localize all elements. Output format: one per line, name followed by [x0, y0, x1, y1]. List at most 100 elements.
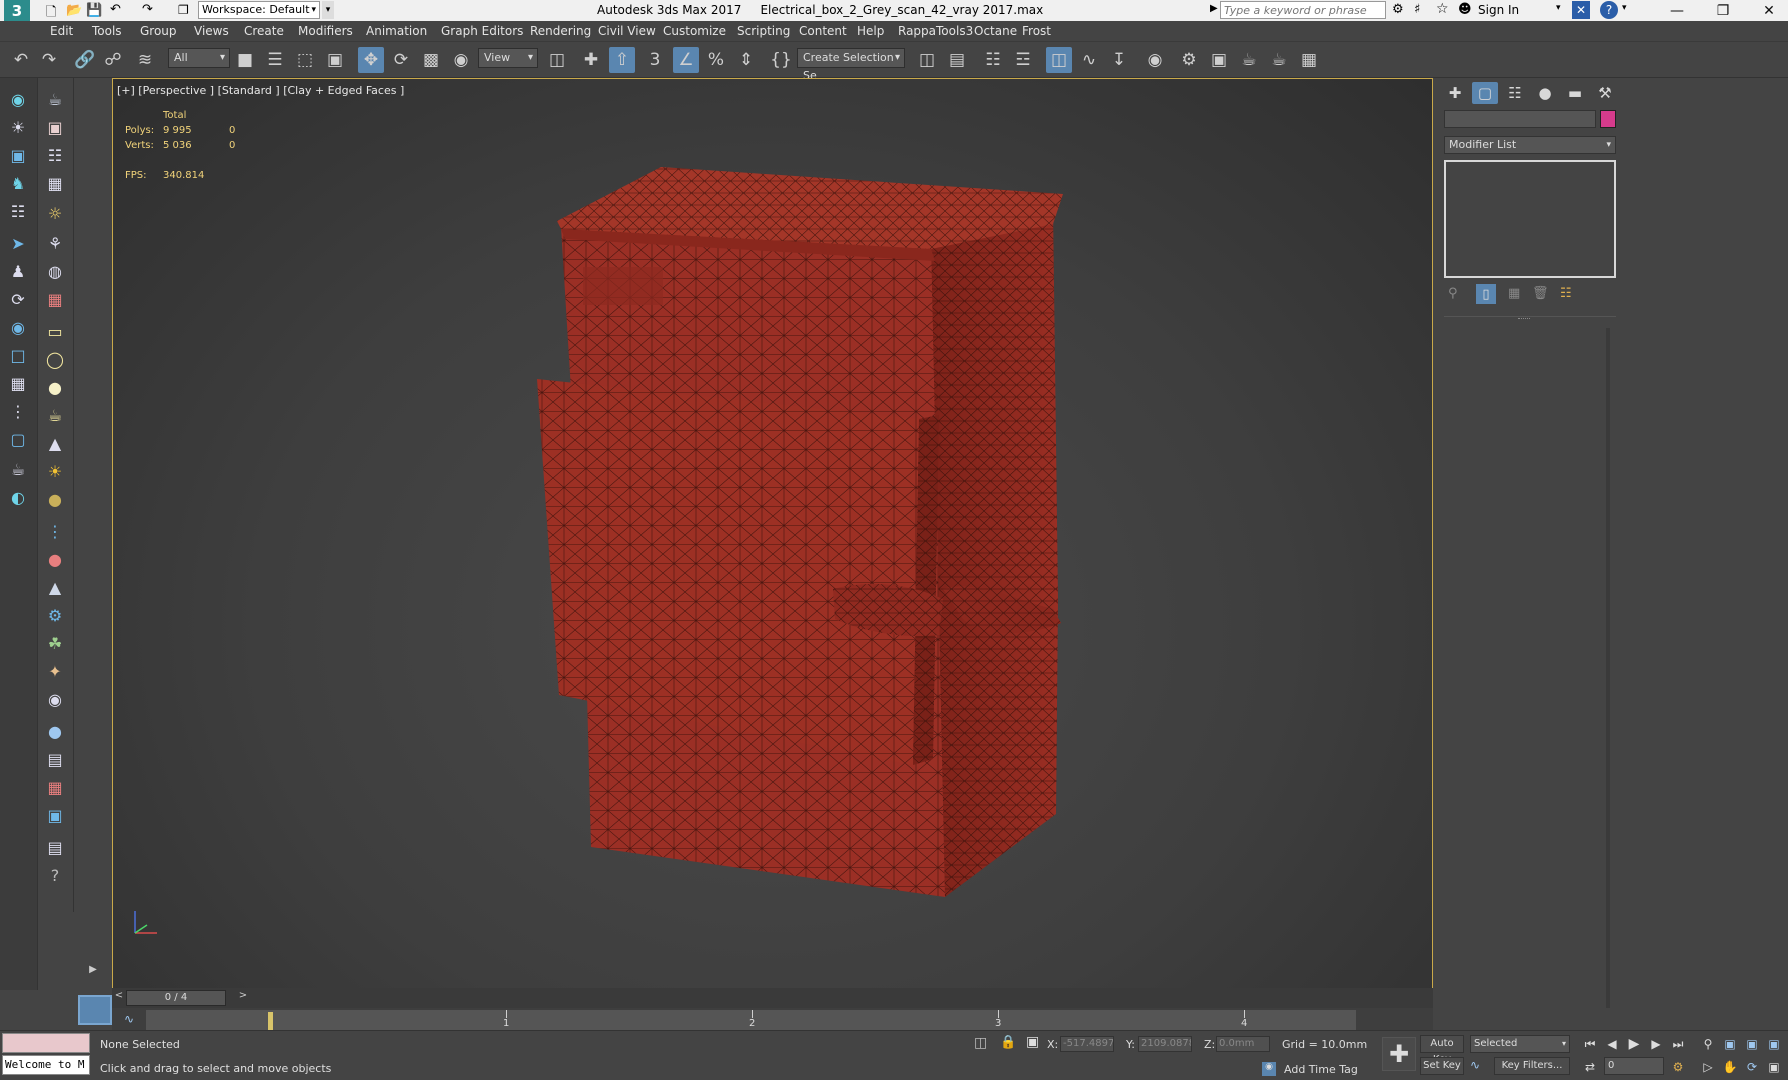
time-slider-thumb[interactable]: 0 / 4 [126, 990, 226, 1006]
menu-edit[interactable]: Edit [50, 24, 73, 38]
menu-frost[interactable]: Frost [1022, 24, 1051, 38]
next-frame-icon[interactable]: ▶ [1646, 1034, 1666, 1054]
toggle-ribbon-icon[interactable]: ◫ [1046, 47, 1072, 73]
close-window-button[interactable]: ✕ [1746, 0, 1788, 21]
perspective-viewport[interactable]: [+] [Perspective ] [Standard ] [Clay + E… [112, 78, 1433, 989]
minimize-button[interactable]: — [1654, 0, 1700, 21]
menu-create[interactable]: Create [244, 24, 284, 38]
menu-help[interactable]: Help [857, 24, 884, 38]
maximize-viewport-icon[interactable]: ▣ [1764, 1057, 1784, 1077]
layer-explorer-icon[interactable]: ☲ [1010, 47, 1036, 73]
redo-quick-icon[interactable]: ↷ [142, 2, 153, 17]
key-tangent-icon[interactable]: ∿ [1470, 1058, 1480, 1072]
curve-editor-mini-icon[interactable]: ∿ [124, 1012, 134, 1026]
select-by-name-icon[interactable]: ☰ [262, 47, 288, 73]
isolate-selection-icon[interactable]: ◫ [974, 1035, 987, 1051]
menu-scripting[interactable]: Scripting [737, 24, 790, 38]
unlink-icon[interactable]: ☍ [100, 47, 126, 73]
menu-rappatools3[interactable]: RappaTools3 [898, 24, 973, 38]
add-time-tag[interactable]: Add Time Tag [1284, 1063, 1358, 1076]
key-mode-toggle-icon[interactable]: ⇄ [1580, 1057, 1600, 1077]
set-key-plus-icon[interactable]: ✚ [1382, 1037, 1416, 1071]
plane-light-icon[interactable]: ▭ [42, 318, 68, 344]
dome-light-icon[interactable]: ◯ [42, 346, 68, 372]
book-icon[interactable]: ☷ [5, 198, 31, 224]
select-object-icon[interactable]: ■ [232, 47, 258, 73]
restore-button[interactable]: ❐ [1700, 0, 1746, 21]
menu-animation[interactable]: Animation [366, 24, 427, 38]
align-icon[interactable]: ▤ [944, 47, 970, 73]
display-tab-icon[interactable]: ▬ [1562, 82, 1588, 104]
curve-editor-icon[interactable]: ∿ [1076, 47, 1102, 73]
rig-icon[interactable]: ⚘ [42, 230, 68, 256]
zoom-icon[interactable]: ⚲ [1698, 1034, 1718, 1054]
rollout-grip[interactable] [1518, 318, 1530, 321]
help-icon[interactable]: ? [1600, 1, 1618, 19]
time-config-icon[interactable]: ⚙ [1668, 1057, 1688, 1077]
fur-icon[interactable]: ☘ [42, 630, 68, 656]
search-input[interactable] [1220, 1, 1386, 19]
menu-tools[interactable]: Tools [92, 24, 122, 38]
show-end-result-icon[interactable]: ▯ [1476, 284, 1496, 304]
teapot-icon[interactable]: ☕ [42, 86, 68, 112]
time-slider[interactable]: < 0 / 4 > [112, 988, 1433, 1008]
menu-views[interactable]: Views [194, 24, 229, 38]
modifier-list-dropdown[interactable]: Modifier List ▾ [1444, 136, 1616, 154]
menu-content[interactable]: Content [799, 24, 847, 38]
workspace-options-button[interactable]: ▾ [322, 1, 334, 19]
keyboard-shortcut-override-icon[interactable]: ⇧ [609, 47, 635, 73]
spotlight-icon[interactable]: ◍ [42, 258, 68, 284]
subscription-icon[interactable]: ♯ [1414, 2, 1420, 17]
frame-icon[interactable]: □ [5, 342, 31, 368]
menu-graph-editors[interactable]: Graph Editors [441, 24, 523, 38]
render-iterative-icon[interactable]: ☕ [1266, 47, 1292, 73]
sign-in-link[interactable]: Sign In [1478, 3, 1519, 17]
search-collapse-icon[interactable]: ▶ [1210, 3, 1218, 14]
goto-start-icon[interactable]: ⏮ [1580, 1034, 1600, 1054]
menu-group[interactable]: Group [140, 24, 177, 38]
sun-icon[interactable]: ☀ [5, 114, 31, 140]
menu-modifiers[interactable]: Modifiers [298, 24, 353, 38]
undo-icon[interactable]: ↶ [8, 47, 34, 73]
zoom-extents-icon[interactable]: ▣ [1742, 1034, 1762, 1054]
rendered-frame-window-icon[interactable]: ▣ [1206, 47, 1232, 73]
redo-icon[interactable]: ↷ [36, 47, 62, 73]
time-tag-icon[interactable]: ◉ [1262, 1062, 1276, 1076]
time-slider-prev-button[interactable]: < [112, 990, 126, 1006]
z-coord-field[interactable]: 0.0mm [1216, 1036, 1270, 1052]
undo-quick-icon[interactable]: ↶ [110, 2, 121, 17]
current-frame-marker[interactable] [268, 1012, 273, 1030]
viewport-layout-thumbnail[interactable] [78, 995, 112, 1025]
configure-sets-icon[interactable]: ☷ [1560, 286, 1572, 301]
angle-snap-icon[interactable]: ∠ [673, 47, 699, 73]
project-folder-icon[interactable]: ❐ [178, 3, 189, 17]
teapot-strip-icon[interactable]: ☕ [5, 456, 31, 482]
window-crossing-icon[interactable]: ▣ [322, 47, 348, 73]
molecule-icon[interactable]: ● [42, 546, 68, 572]
prev-frame-icon[interactable]: ◀ [1602, 1034, 1622, 1054]
user-icon[interactable]: ☻ [1458, 2, 1472, 17]
vfb-icon[interactable]: ▣ [42, 802, 68, 828]
exchange-apps-icon[interactable]: ✕ [1572, 1, 1590, 19]
hierarchy-tab-icon[interactable]: ☷ [1502, 82, 1528, 104]
absolute-mode-icon[interactable]: ▣ [1026, 1034, 1039, 1050]
command-panel-scrollbar[interactable] [1606, 328, 1610, 1008]
render-icon[interactable]: ▣ [42, 114, 68, 140]
calculator-icon[interactable]: ☷ [42, 142, 68, 168]
people-icon[interactable]: ♞ [5, 170, 31, 196]
menu-octane[interactable]: Octane [974, 24, 1017, 38]
electrical-box-model[interactable] [113, 79, 1434, 990]
track-bar[interactable]: 1 2 3 4 [146, 1010, 1356, 1030]
scene-explorer-icon[interactable]: ☷ [980, 47, 1006, 73]
help-dropdown-icon[interactable]: ▾ [1622, 3, 1627, 13]
render-queue-icon[interactable]: ▦ [42, 774, 68, 800]
cone-light-icon[interactable]: ▲ [42, 430, 68, 456]
pan-view-icon[interactable]: ✋ [1720, 1057, 1740, 1077]
create-tab-icon[interactable]: ✚ [1442, 82, 1468, 104]
object-name-field[interactable] [1444, 110, 1596, 128]
modifier-stack-view[interactable] [1444, 160, 1616, 278]
exporter-icon[interactable]: ▤ [42, 834, 68, 860]
lock-person-icon[interactable]: ♟ [5, 258, 31, 284]
globe-icon[interactable]: ◉ [5, 314, 31, 340]
sign-in-dropdown-icon[interactable]: ▾ [1556, 3, 1561, 13]
